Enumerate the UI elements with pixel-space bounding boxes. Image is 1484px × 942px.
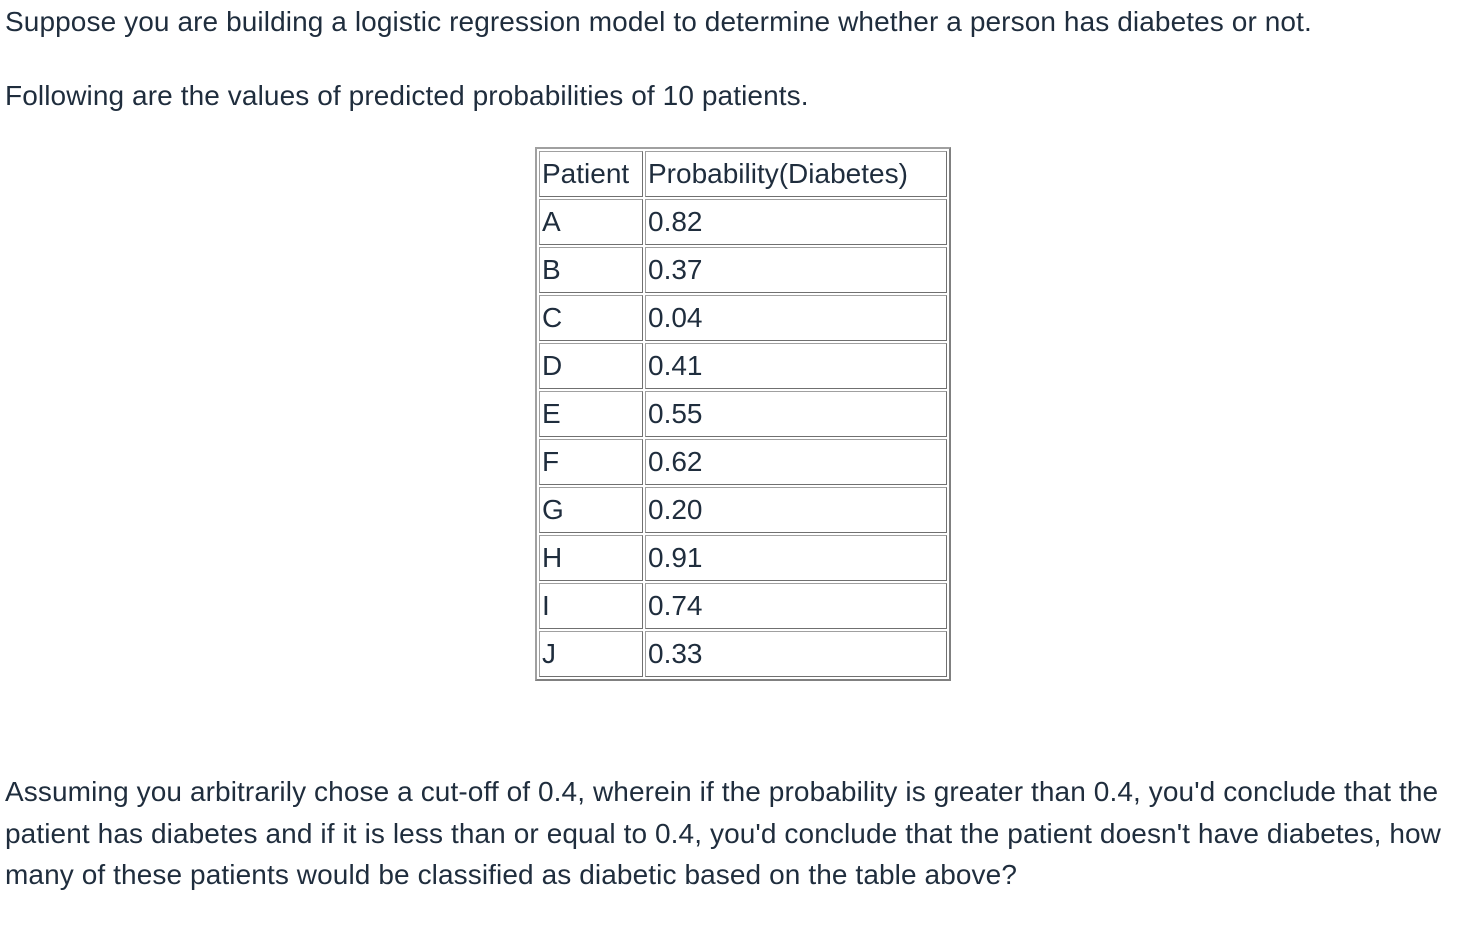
question-intro: Suppose you are building a logistic regr… <box>5 6 1312 37</box>
cell-probability: 0.33 <box>645 631 947 677</box>
cell-probability: 0.62 <box>645 439 947 485</box>
cell-probability: 0.91 <box>645 535 947 581</box>
table-row: H 0.91 <box>539 535 947 581</box>
header-probability: Probability(Diabetes) <box>645 151 947 197</box>
table-row: J 0.33 <box>539 631 947 677</box>
table-row: A 0.82 <box>539 199 947 245</box>
table-row: B 0.37 <box>539 247 947 293</box>
table-row: C 0.04 <box>539 295 947 341</box>
probability-table-container: Patient Probability(Diabetes) A 0.82 B 0… <box>535 147 951 681</box>
cell-patient: I <box>539 583 643 629</box>
table-row: F 0.62 <box>539 439 947 485</box>
table-row: I 0.74 <box>539 583 947 629</box>
header-patient: Patient <box>539 151 643 197</box>
cell-patient: D <box>539 343 643 389</box>
cell-probability: 0.20 <box>645 487 947 533</box>
cell-probability: 0.41 <box>645 343 947 389</box>
question-lead-in: Following are the values of predicted pr… <box>5 80 809 111</box>
cell-patient: B <box>539 247 643 293</box>
cell-patient: E <box>539 391 643 437</box>
table-row: G 0.20 <box>539 487 947 533</box>
question-prompt: Assuming you arbitrarily chose a cut-off… <box>5 776 1442 890</box>
cell-probability: 0.04 <box>645 295 947 341</box>
probability-table: Patient Probability(Diabetes) A 0.82 B 0… <box>535 147 951 681</box>
cell-probability: 0.37 <box>645 247 947 293</box>
table-row: D 0.41 <box>539 343 947 389</box>
cell-patient: F <box>539 439 643 485</box>
table-header-row: Patient Probability(Diabetes) <box>539 151 947 197</box>
table-row: E 0.55 <box>539 391 947 437</box>
cell-probability: 0.74 <box>645 583 947 629</box>
cell-patient: C <box>539 295 643 341</box>
cell-patient: G <box>539 487 643 533</box>
cell-probability: 0.55 <box>645 391 947 437</box>
cell-probability: 0.82 <box>645 199 947 245</box>
cell-patient: J <box>539 631 643 677</box>
cell-patient: A <box>539 199 643 245</box>
cell-patient: H <box>539 535 643 581</box>
